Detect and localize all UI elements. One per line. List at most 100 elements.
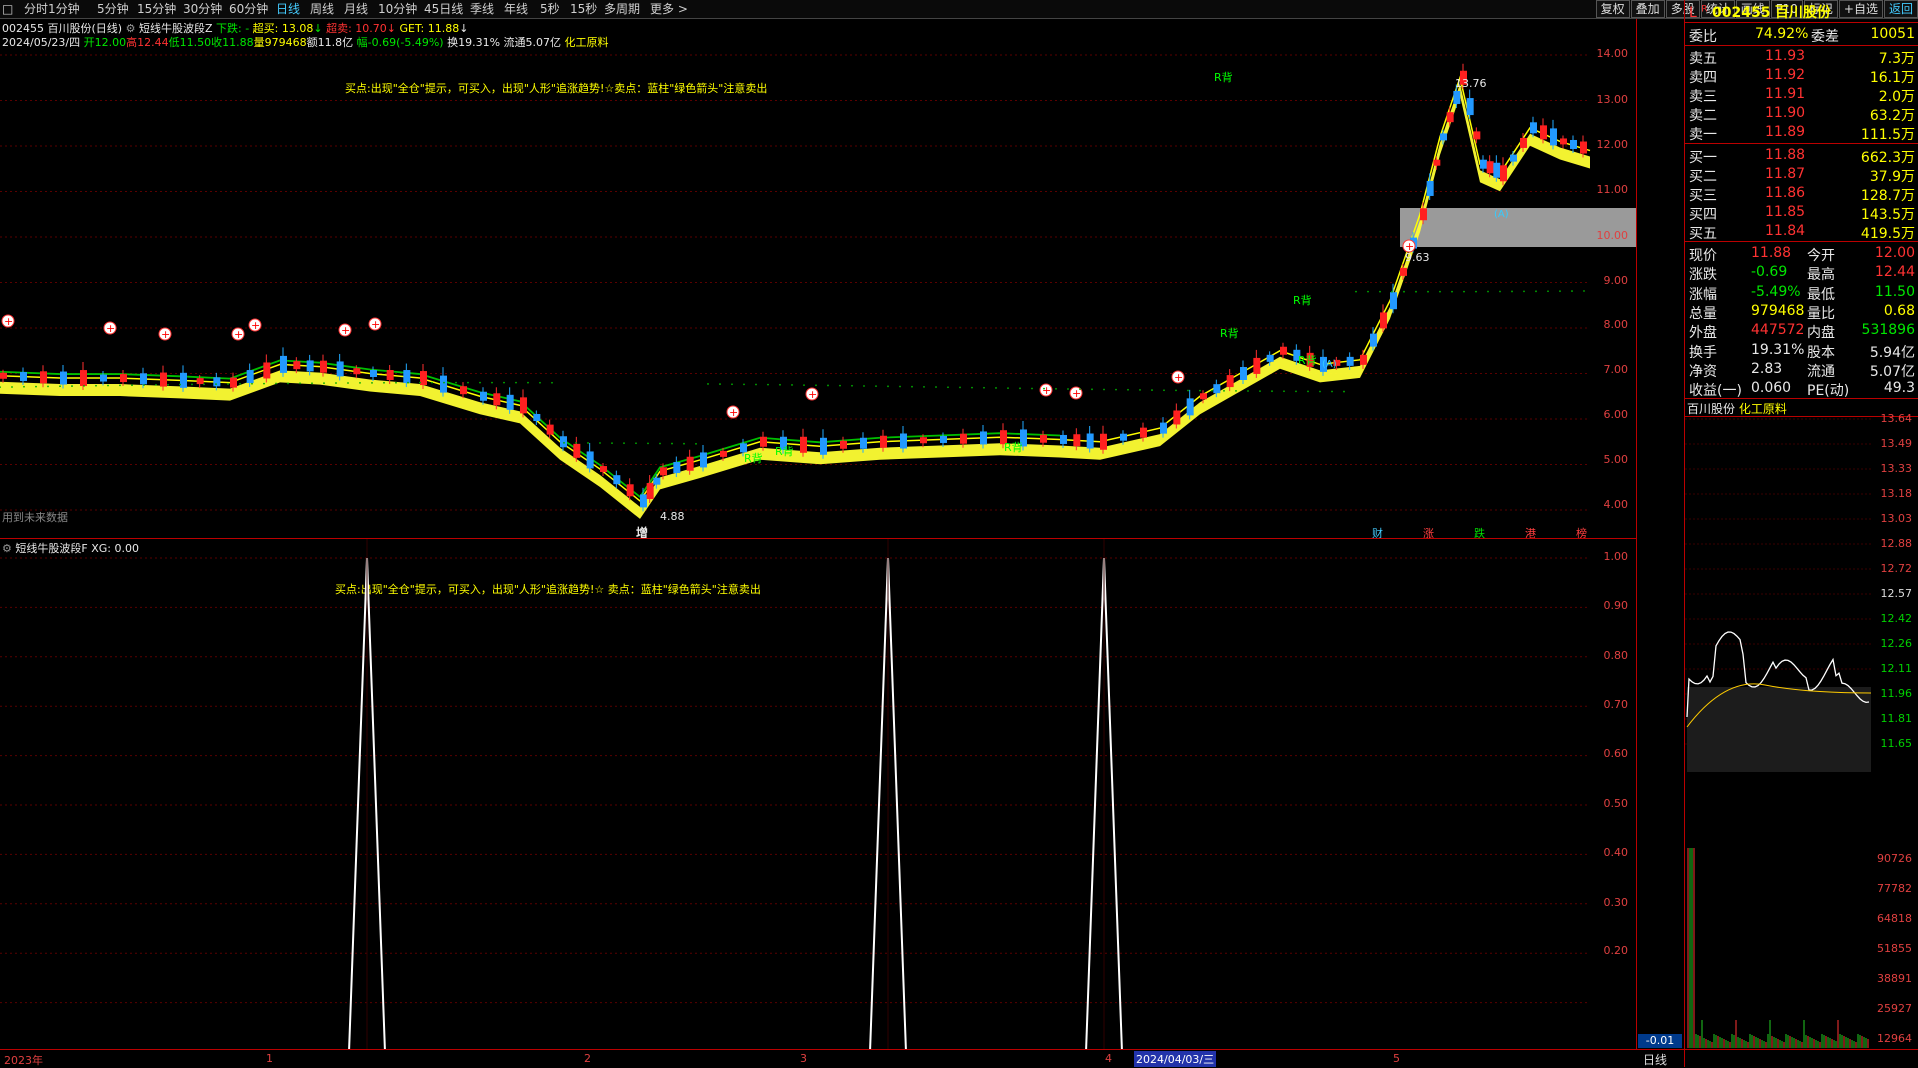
channel-dot [131, 384, 133, 387]
channel-dot [239, 382, 241, 385]
period-tab[interactable]: 5秒 [540, 1, 560, 17]
stock-name: 百川股份 [1774, 5, 1831, 21]
mini-price-tick: 13.33 [1880, 462, 1913, 475]
period-tab[interactable]: 15秒 [570, 1, 597, 17]
price-tick: 7.00 [1603, 363, 1629, 376]
buy-signal-plus: + [251, 319, 260, 332]
candle-body [980, 431, 987, 445]
price-tick: 8.00 [1603, 318, 1629, 331]
channel-dot [395, 381, 397, 384]
candle-body [1500, 165, 1507, 182]
candle-body [280, 355, 287, 373]
stat-row: 净资 2.83 流通 5.07亿 [1689, 360, 1915, 380]
candle-body [1440, 133, 1447, 141]
period-tab[interactable]: 45日线 [424, 1, 463, 17]
period-tab[interactable]: 分时 [24, 1, 48, 17]
kline-chart-panel[interactable]: 002455 百川股份(日线) ⚙ 短线牛股波段Z 下跌: - 超买: 13.0… [0, 19, 1637, 540]
channel-dot [1475, 290, 1477, 293]
period-tab[interactable]: 更多 > [650, 1, 688, 17]
candle-body [506, 394, 514, 410]
channel-dot [1271, 390, 1273, 393]
ask-label: 卖五 [1689, 51, 1717, 67]
candle-body [1360, 354, 1367, 365]
channel-dot [1583, 290, 1585, 292]
stat-label: 今开 [1807, 248, 1835, 264]
buy-signal-plus: + [729, 406, 738, 419]
period-tab[interactable]: 60分钟 [229, 1, 268, 17]
weibi-value: 74.92% [1755, 26, 1809, 42]
candle-body [386, 370, 394, 381]
mini-volume-tick: 12964 [1877, 1032, 1912, 1045]
period-tab[interactable]: 多周期 [604, 1, 640, 17]
candle-body [320, 360, 327, 373]
channel-dot [1079, 388, 1081, 391]
channel-dot [923, 385, 925, 388]
candle-body [1240, 367, 1247, 380]
candle-body [246, 370, 254, 384]
stat-row: 涨跌 -0.69 最高 12.44 [1689, 263, 1915, 283]
candle-body [1280, 346, 1287, 355]
candle-body [370, 370, 377, 377]
mini-volume-tick: 38891 [1877, 972, 1912, 985]
stat-label: 总量 [1689, 305, 1717, 322]
ask-label: 卖二 [1689, 108, 1717, 124]
indicator-tick: 0.40 [1603, 846, 1629, 859]
period-tab-active[interactable]: 日线 [276, 1, 300, 17]
price-tick: 11.00 [1596, 183, 1629, 196]
candle-body [80, 370, 87, 387]
period-tab[interactable]: 15分钟 [137, 1, 176, 17]
channel-dot [299, 382, 301, 385]
bid-price: 11.86 [1765, 185, 1806, 201]
ask-row: 卖二 11.90 63.2万 [1689, 104, 1915, 124]
stat-value: 12.44 [1874, 264, 1915, 281]
quote-header: L R 002455 百川股份 [1689, 2, 1831, 22]
toolbar-toggle-icon[interactable]: □ [2, 1, 16, 17]
channel-dot [47, 385, 49, 388]
candle-body [840, 440, 847, 449]
channel-dot [479, 381, 481, 384]
stat-value: 11.50 [1874, 283, 1915, 300]
bottom-tab-daily[interactable]: 日线 [1640, 1051, 1670, 1068]
period-tab[interactable]: 周线 [310, 1, 334, 17]
buy-signal-plus: + [1042, 384, 1051, 397]
channel-dot [995, 387, 997, 389]
candle-body [760, 436, 767, 447]
period-tab[interactable]: 1分钟 [48, 1, 80, 17]
period-tab[interactable]: 月线 [344, 1, 368, 17]
channel-dot [1055, 387, 1057, 390]
period-tab[interactable]: 5分钟 [97, 1, 129, 17]
indicator-tick: 0.80 [1603, 649, 1629, 662]
mini-price-tick: 11.96 [1880, 687, 1913, 700]
time-label: 1 [266, 1052, 273, 1065]
channel-dot [731, 383, 733, 386]
panel-l-toggle[interactable]: L [1689, 5, 1697, 21]
period-tab[interactable]: 30分钟 [183, 1, 222, 17]
period-tab[interactable]: 季线 [470, 1, 494, 17]
channel-dot [251, 382, 253, 385]
candle-body [626, 484, 634, 497]
panel-r-toggle[interactable]: R [1701, 4, 1707, 14]
mini-volume-tick: 25927 [1877, 1002, 1912, 1015]
candle-body [920, 437, 927, 444]
time-label: 5 [1393, 1052, 1400, 1065]
period-tab[interactable]: 10分钟 [378, 1, 417, 17]
channel-dot [1355, 290, 1357, 293]
channel-dot [347, 382, 349, 384]
mini-chart-title: 百川股份 化工原料 [1687, 400, 1787, 417]
time-label: 3 [800, 1052, 807, 1065]
channel-dot [875, 385, 877, 388]
candle-body [1100, 433, 1107, 450]
buy-signal-plus: + [808, 388, 817, 401]
candle-body [480, 391, 487, 401]
stat-value: 0.060 [1751, 380, 1792, 397]
period-tab[interactable]: 年线 [504, 1, 528, 17]
ask-volume: 7.3万 [1878, 51, 1915, 67]
fuquan-button[interactable]: 复权 [1595, 0, 1630, 18]
mini-price-tick: 12.72 [1880, 562, 1913, 575]
indicator-panel[interactable]: ⚙ 短线牛股波段F XG: 0.00 买点:出现"全仓"提示，可买入，出现"人形… [0, 538, 1682, 1050]
bid-volume: 662.3万 [1860, 150, 1915, 166]
mini-price-tick: 13.49 [1880, 437, 1913, 450]
mini-price-tick: 11.81 [1880, 712, 1913, 725]
stat-value: 447572 [1751, 322, 1805, 339]
channel-dot [1115, 388, 1117, 391]
